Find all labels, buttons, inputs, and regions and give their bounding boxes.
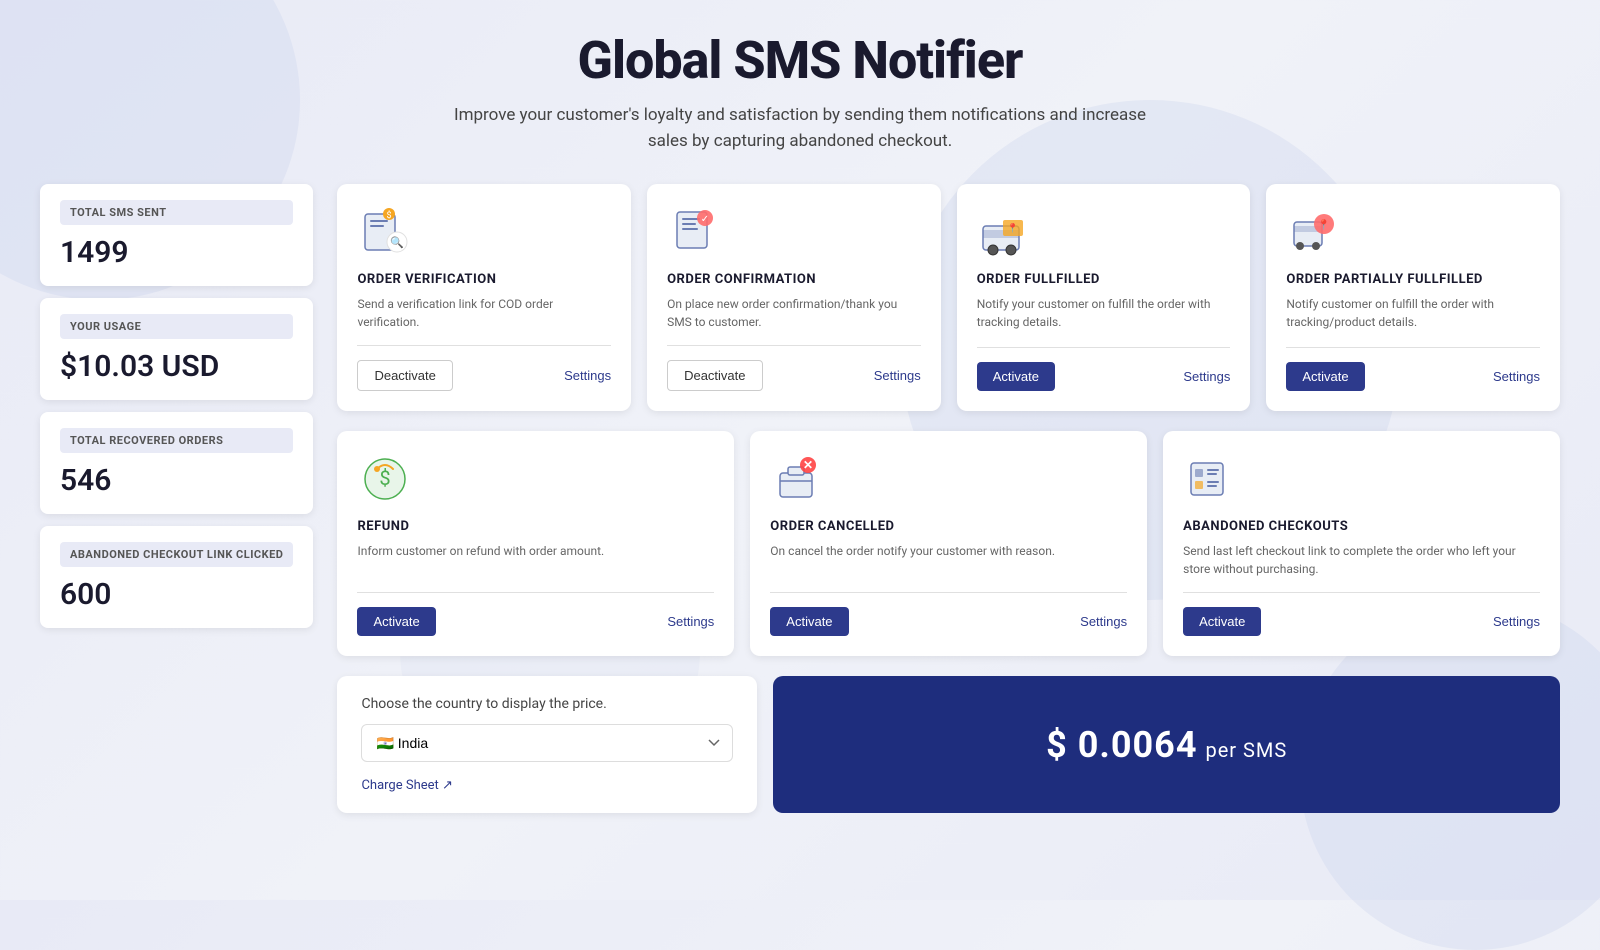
order-verification-desc: Send a verification link for COD order v… [357, 295, 611, 331]
page-title: Global SMS Notifier [40, 30, 1560, 91]
abandoned-checkouts-activate-button[interactable]: Activate [1183, 607, 1261, 636]
order-fulfilled-icon: 📍 [977, 204, 1033, 260]
order-cancelled-activate-button[interactable]: Activate [770, 607, 848, 636]
order-verification-actions: Deactivate Settings [357, 360, 611, 391]
abandoned-checkouts-settings-button[interactable]: Settings [1493, 614, 1540, 629]
abandoned-checkouts-icon [1183, 451, 1239, 507]
country-selector-label: Choose the country to display the price. [361, 696, 733, 712]
stat-value-total-sms: 1499 [60, 235, 129, 270]
card-order-confirmation: ✓ ORDER CONFIRMATION On place new order … [647, 184, 941, 411]
order-confirmation-desc: On place new order confirmation/thank yo… [667, 295, 921, 331]
card-divider [1286, 347, 1540, 348]
svg-text:🔍: 🔍 [391, 235, 405, 249]
order-cancelled-icon: ✕ [770, 451, 826, 507]
card-divider [357, 592, 714, 593]
card-abandoned-checkouts: ABANDONED CHECKOUTS Send last left check… [1163, 431, 1560, 656]
order-confirmation-settings-button[interactable]: Settings [874, 368, 921, 383]
stat-card-total-sms: TOTAL SMS SENT 1499 [40, 184, 313, 286]
order-cancelled-settings-button[interactable]: Settings [1080, 614, 1127, 629]
main-layout: TOTAL SMS SENT 1499 YOUR USAGE $10.03 US… [40, 184, 1560, 813]
stat-label-abandoned: ABANDONED CHECKOUT LINK CLICKED [60, 542, 293, 567]
card-order-partially-fulfilled: 📍 ORDER PARTIALLY FULLFILLED Notify cust… [1266, 184, 1560, 411]
order-confirmation-title: ORDER CONFIRMATION [667, 272, 921, 287]
cards-row-2: $ REFUND Inform customer on refund with … [337, 431, 1560, 656]
card-divider [770, 592, 1127, 593]
refund-settings-button[interactable]: Settings [667, 614, 714, 629]
svg-text:📍: 📍 [1318, 218, 1330, 231]
order-confirmation-icon: ✓ [667, 204, 723, 260]
order-cancelled-desc: On cancel the order notify your customer… [770, 542, 1127, 578]
card-order-cancelled: ✕ ORDER CANCELLED On cancel the order no… [750, 431, 1147, 656]
svg-text:✕: ✕ [803, 458, 813, 472]
order-partially-fulfilled-desc: Notify customer on fulfill the order wit… [1286, 295, 1540, 333]
abandoned-checkouts-actions: Activate Settings [1183, 607, 1540, 636]
sms-price-display: $ 0.0064 per SMS [1046, 724, 1287, 766]
order-partially-fulfilled-icon: 📍 [1286, 204, 1342, 260]
refund-desc: Inform customer on refund with order amo… [357, 542, 714, 578]
order-fulfilled-desc: Notify your customer on fulfill the orde… [977, 295, 1231, 333]
order-verification-icon: 🔍 $ [357, 204, 413, 260]
stat-value-abandoned: 600 [60, 577, 111, 612]
stat-card-usage: YOUR USAGE $10.03 USD [40, 298, 313, 400]
order-cancelled-title: ORDER CANCELLED [770, 519, 1127, 534]
stats-panel: TOTAL SMS SENT 1499 YOUR USAGE $10.03 US… [40, 184, 313, 628]
stat-label-usage: YOUR USAGE [60, 314, 293, 339]
page-header: Global SMS Notifier Improve your custome… [40, 30, 1560, 154]
stat-label-total-sms: TOTAL SMS SENT [60, 200, 293, 225]
refund-activate-button[interactable]: Activate [357, 607, 435, 636]
card-refund: $ REFUND Inform customer on refund with … [337, 431, 734, 656]
svg-text:📍: 📍 [1007, 222, 1018, 234]
order-partially-fulfilled-title: ORDER PARTIALLY FULLFILLED [1286, 272, 1540, 287]
country-select[interactable]: 🇮🇳 India 🇺🇸 United States 🇬🇧 United King… [361, 724, 733, 762]
svg-text:$: $ [387, 210, 392, 221]
order-confirmation-deactivate-button[interactable]: Deactivate [667, 360, 762, 391]
abandoned-checkouts-title: ABANDONED CHECKOUTS [1183, 519, 1540, 534]
charge-sheet-link[interactable]: Charge Sheet [361, 778, 452, 793]
order-fulfilled-activate-button[interactable]: Activate [977, 362, 1055, 391]
cards-row-1: 🔍 $ ORDER VERIFICATION Send a verificati… [337, 184, 1560, 411]
stat-value-usage: $10.03 USD [60, 349, 219, 384]
order-verification-settings-button[interactable]: Settings [564, 368, 611, 383]
refund-title: REFUND [357, 519, 714, 534]
pricing-section: Choose the country to display the price.… [337, 676, 1560, 813]
stat-card-abandoned: ABANDONED CHECKOUT LINK CLICKED 600 [40, 526, 313, 628]
svg-text:$: $ [380, 466, 391, 490]
card-divider [357, 345, 611, 346]
right-content: 🔍 $ ORDER VERIFICATION Send a verificati… [337, 184, 1560, 813]
order-fulfilled-title: ORDER FULLFILLED [977, 272, 1231, 287]
abandoned-checkouts-desc: Send last left checkout link to complete… [1183, 542, 1540, 578]
stat-label-recovered: TOTAL RECOVERED ORDERS [60, 428, 293, 453]
sms-price-per: per SMS [1205, 738, 1287, 762]
card-order-verification: 🔍 $ ORDER VERIFICATION Send a verificati… [337, 184, 631, 411]
card-divider [977, 347, 1231, 348]
sms-price-amount: $ 0.0064 [1046, 724, 1197, 766]
stat-card-recovered: TOTAL RECOVERED ORDERS 546 [40, 412, 313, 514]
order-fulfilled-actions: Activate Settings [977, 362, 1231, 391]
page-subtitle: Improve your customer's loyalty and sati… [450, 103, 1150, 154]
sms-price-box: $ 0.0064 per SMS [773, 676, 1560, 813]
order-verification-title: ORDER VERIFICATION [357, 272, 611, 287]
order-fulfilled-settings-button[interactable]: Settings [1183, 369, 1230, 384]
card-divider [667, 345, 921, 346]
card-divider [1183, 592, 1540, 593]
order-partially-fulfilled-actions: Activate Settings [1286, 362, 1540, 391]
order-confirmation-actions: Deactivate Settings [667, 360, 921, 391]
country-selector-box: Choose the country to display the price.… [337, 676, 757, 813]
order-partially-fulfilled-activate-button[interactable]: Activate [1286, 362, 1364, 391]
refund-actions: Activate Settings [357, 607, 714, 636]
stat-value-recovered: 546 [60, 463, 111, 498]
order-partially-fulfilled-settings-button[interactable]: Settings [1493, 369, 1540, 384]
order-verification-deactivate-button[interactable]: Deactivate [357, 360, 452, 391]
order-cancelled-actions: Activate Settings [770, 607, 1127, 636]
card-order-fulfilled: 📍 ORDER FULLFILLED Notify your customer … [957, 184, 1251, 411]
svg-text:✓: ✓ [701, 214, 709, 225]
refund-icon: $ [357, 451, 413, 507]
